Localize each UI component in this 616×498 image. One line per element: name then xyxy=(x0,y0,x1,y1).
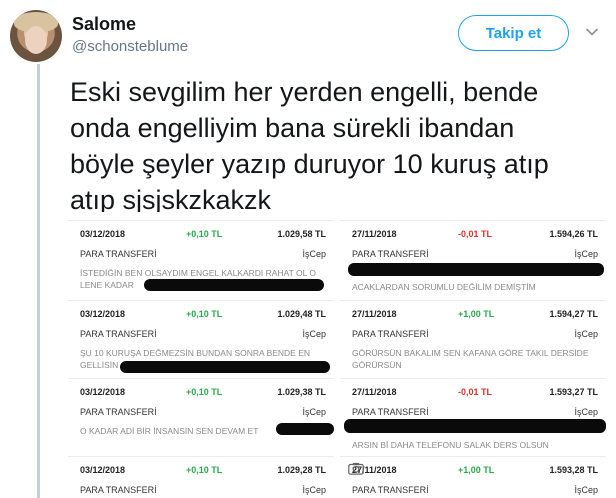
transaction-change: +0,10 TL xyxy=(186,309,223,319)
transaction-balance: 1.029,58 TL xyxy=(277,229,326,239)
transaction-description: GÖRÜRSÜN BAKALIM SEN KAFANA GÖRE TAKIL D… xyxy=(352,348,589,370)
transaction-change: +1,00 TL xyxy=(458,465,495,475)
transaction-description: ACAKLARDAN SORUMLU DEĞİLİM DEMİŞTİM xyxy=(352,282,536,292)
transaction-type: PARA TRANSFERİ xyxy=(352,407,429,417)
follow-button[interactable]: Takip et xyxy=(458,15,569,51)
transaction-card: 27/11/2018 +1,00 TL 1.593,28 TL PARA TRA… xyxy=(340,456,606,498)
transaction-type: PARA TRANSFERİ xyxy=(352,485,429,495)
transaction-change: -0,01 TL xyxy=(458,387,493,397)
tweet-text: Eski sevgilim her yerden engelli, bende … xyxy=(70,74,610,218)
transaction-change: +0,10 TL xyxy=(186,465,223,475)
redaction-mark xyxy=(144,279,324,291)
transaction-type: PARA TRANSFERİ xyxy=(80,407,157,417)
transaction-type: PARA TRANSFERİ xyxy=(352,249,429,259)
tweet-line: böyle şeyler yazıp duruyor 10 kuruş atıp xyxy=(70,149,549,179)
transaction-channel: İşCep xyxy=(302,485,326,495)
transaction-channel: İşCep xyxy=(302,249,326,259)
avatar-face xyxy=(25,26,47,54)
transaction-balance: 1.594,27 TL xyxy=(549,309,598,319)
transaction-change: -0,01 TL xyxy=(458,229,493,239)
avatar[interactable] xyxy=(10,10,62,62)
tweet-line: Eski sevgilim her yerden engelli, bende xyxy=(70,77,539,107)
tweet-media-image[interactable]: 03/12/2018 +0,10 TL 1.029,58 TL PARA TRA… xyxy=(64,212,616,498)
thread-line xyxy=(37,64,40,498)
transaction-change: +0,10 TL xyxy=(186,229,223,239)
transaction-balance: 1.029,28 TL xyxy=(277,465,326,475)
transaction-type: PARA TRANSFERİ xyxy=(352,329,429,339)
transaction-date: 03/12/2018 xyxy=(80,387,126,397)
transaction-date: 03/12/2018 xyxy=(80,465,126,475)
redaction-mark xyxy=(348,263,604,276)
transaction-balance: 1.593,28 TL xyxy=(549,465,598,475)
transaction-date: 03/12/2018 xyxy=(80,309,126,319)
transaction-card: 27/11/2018 +1,00 TL 1.594,27 TL PARA TRA… xyxy=(340,300,606,378)
transaction-change: +0,10 TL xyxy=(186,387,223,397)
transaction-date: 27/11/2018 xyxy=(352,229,397,239)
transaction-balance: 1.593,27 TL xyxy=(549,387,598,397)
transaction-channel: İşCep xyxy=(574,407,598,417)
transaction-date: 27/11/2018 xyxy=(352,387,397,397)
chevron-down-icon[interactable] xyxy=(584,24,600,40)
transaction-date: 27/11/2018 xyxy=(352,309,397,319)
transaction-channel: İşCep xyxy=(574,329,598,339)
transaction-balance: 1.594,26 TL xyxy=(549,229,598,239)
transaction-card: 03/12/2018 +0,10 TL 1.029,38 TL PARA TRA… xyxy=(68,378,334,456)
transaction-change: +1,00 TL xyxy=(458,309,495,319)
redaction-mark xyxy=(276,423,334,435)
redaction-mark xyxy=(344,419,606,433)
transaction-balance: 1.029,48 TL xyxy=(277,309,326,319)
transaction-card: 27/11/2018 -0,01 TL 1.594,26 TL PARA TRA… xyxy=(340,220,606,300)
redaction-mark xyxy=(120,361,330,373)
transaction-type: PARA TRANSFERİ xyxy=(80,249,157,259)
transaction-card: 03/12/2018 +0,10 TL 1.029,58 TL PARA TRA… xyxy=(68,220,334,300)
transaction-balance: 1.029,38 TL xyxy=(277,387,326,397)
camera-icon xyxy=(348,462,364,475)
transaction-card: 03/12/2018 +0,10 TL 1.029,48 TL PARA TRA… xyxy=(68,300,334,378)
user-handle[interactable]: @schonsteblume xyxy=(72,38,188,55)
transaction-channel: İşCep xyxy=(574,249,598,259)
user-display-name[interactable]: Salome xyxy=(72,14,136,35)
transaction-card: 03/12/2018 +0,10 TL 1.029,28 TL PARA TRA… xyxy=(68,456,334,498)
transaction-channel: İşCep xyxy=(302,329,326,339)
transaction-description: ARSIN Bİ DAHA TELEFONU SALAK DERS OLSUN xyxy=(352,440,549,450)
transaction-channel: İşCep xyxy=(302,407,326,417)
transaction-type: PARA TRANSFERİ xyxy=(80,329,157,339)
transaction-card: 27/11/2018 -0,01 TL 1.593,27 TL PARA TRA… xyxy=(340,378,606,456)
transaction-channel: İşCep xyxy=(574,485,598,495)
transaction-date: 03/12/2018 xyxy=(80,229,126,239)
tweet-line: onda engelliyim bana sürekli ibandan xyxy=(70,113,515,143)
transaction-type: PARA TRANSFERİ xyxy=(80,485,157,495)
